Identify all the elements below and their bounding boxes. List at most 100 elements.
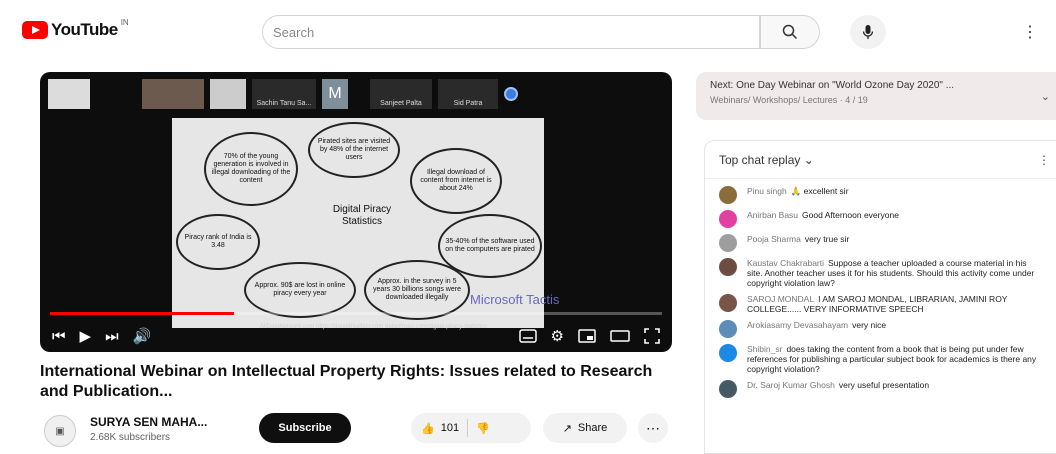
chat-text: Good Afternoon everyone (802, 210, 899, 220)
miniplayer-icon[interactable] (578, 329, 596, 343)
thumbs-up-icon: 👍 (421, 422, 435, 435)
channel-name[interactable]: SURYA SEN MAHA... (90, 415, 207, 429)
chat-message-body: Pinu singh 🙏 excellent sir (747, 186, 849, 204)
chat-message[interactable]: SAROJ MONDAL I AM SAROJ MONDAL, LIBRARIAN… (705, 291, 1056, 317)
participant-tile: Sachin Tanu Sa... (252, 79, 316, 109)
participant-tile (48, 79, 90, 109)
chat-avatar (719, 294, 737, 312)
previous-icon[interactable]: ⏮ (52, 328, 66, 345)
subscriber-count: 2.68K subscribers (90, 432, 171, 443)
chat-header: Top chat replay ⌄ ⋮ (705, 141, 1056, 179)
progress-fill (50, 312, 234, 315)
search-button[interactable] (760, 15, 820, 49)
chat-avatar (719, 210, 737, 228)
more-actions-button[interactable]: ⋯ (638, 413, 668, 443)
youtube-logo[interactable]: YouTube IN (22, 18, 129, 40)
player-controls: ⏮ ▶ ⏭ 🔊 ⚙ (40, 320, 672, 352)
chat-author: Dr. Saroj Kumar Ghosh (747, 380, 835, 390)
chat-message[interactable]: Pooja Sharma very true sir (705, 231, 1056, 255)
playlist-next-card[interactable]: Next: One Day Webinar on "World Ozone Da… (696, 72, 1056, 120)
search-icon (782, 24, 798, 40)
participant-tile: M (322, 79, 348, 109)
chat-message-body: SAROJ MONDAL I AM SAROJ MONDAL, LIBRARIAN… (747, 294, 1042, 314)
masthead: YouTube IN Search ⋮ (0, 0, 1056, 62)
chevron-down-icon: ⌄ (803, 152, 814, 167)
slide-bubble: Illegal download of content from interne… (410, 148, 502, 214)
participant-label: Sachin Tanu Sa... (256, 100, 312, 107)
chat-message[interactable]: Anirban Basu Good Afternoon everyone (705, 207, 1056, 231)
chat-message-body: Arokiasamy Devasahayam very nice (747, 320, 886, 338)
chat-message-body: Dr. Saroj Kumar Ghosh very useful present… (747, 380, 929, 398)
chat-author: Pooja Sharma (747, 234, 801, 244)
chat-message-body: Pooja Sharma very true sir (747, 234, 849, 252)
next-icon[interactable]: ⏭ (105, 328, 119, 345)
chat-avatar (719, 320, 737, 338)
dislike-button[interactable]: 👎 (476, 422, 490, 435)
youtube-play-icon (22, 21, 48, 39)
chat-filter-dropdown[interactable]: Top chat replay ⌄ (719, 153, 814, 167)
settings-gear-icon[interactable]: ⚙ (551, 327, 564, 345)
slide-bubble: Pirated sites are visited by 48% of the … (308, 122, 400, 178)
participant-tile (210, 79, 246, 109)
voice-search-button[interactable] (850, 15, 886, 49)
participant-tile: Sanjeet Palta (370, 79, 432, 109)
chat-author: Pinu singh (747, 186, 787, 196)
like-count: 101 (440, 422, 460, 434)
like-button[interactable]: 👍 101 (421, 422, 459, 435)
chat-author: Kaustav Chakrabarti (747, 258, 825, 268)
chat-message[interactable]: Pinu singh 🙏 excellent sir (705, 183, 1056, 207)
video-player[interactable]: Sachin Tanu Sa... M Sanjeet Palta Sid Pa… (40, 72, 672, 352)
participant-tile (142, 79, 204, 109)
channel-avatar[interactable]: ▣ (44, 415, 76, 447)
chat-kebab-icon[interactable]: ⋮ (1038, 153, 1050, 167)
chat-text: very nice (852, 320, 887, 330)
slide-bubble: 70% of the young generation is involved … (204, 132, 298, 206)
participant-initial: M (328, 85, 342, 102)
settings-kebab-icon[interactable]: ⋮ (1020, 20, 1040, 44)
subtitles-icon[interactable] (518, 329, 537, 343)
chat-author: SAROJ MONDAL (747, 294, 815, 304)
channel-row: ▣ SURYA SEN MAHA... 2.68K subscribers Su… (44, 413, 684, 447)
slide-bubble: Piracy rank of India is 3.48 (176, 214, 260, 270)
chat-message-body: Kaustav Chakrabarti Suppose a teacher upl… (747, 258, 1042, 288)
chat-author: Arokiasamy Devasahayam (747, 320, 849, 330)
volume-icon[interactable]: 🔊 (133, 327, 152, 345)
logo-wordmark: YouTube (51, 20, 118, 39)
share-arrow-icon: ↗ (562, 422, 572, 435)
watermark-text: Microsoft Tactis (470, 292, 560, 307)
chat-author: Shibin_sr (747, 344, 783, 354)
microphone-icon (862, 25, 874, 39)
like-dislike-group: 👍 101 👎 (411, 413, 531, 443)
chat-text: does taking the content from a book that… (747, 344, 1037, 374)
progress-bar[interactable] (50, 312, 662, 315)
theater-mode-icon[interactable] (610, 330, 630, 342)
subscribe-button[interactable]: Subscribe (259, 413, 351, 443)
chat-filter-label: Top chat replay (719, 152, 801, 167)
search-input[interactable]: Search (262, 15, 760, 49)
video-title: International Webinar on Intellectual Pr… (40, 363, 653, 400)
chat-avatar (719, 344, 737, 362)
meeting-participant-strip: Sachin Tanu Sa... M Sanjeet Palta Sid Pa… (48, 78, 664, 110)
next-video-title: Next: One Day Webinar on "World Ozone Da… (710, 80, 955, 91)
chat-message[interactable]: Dr. Saroj Kumar Ghosh very useful present… (705, 377, 1056, 401)
live-chat-replay: Top chat replay ⌄ ⋮ Pinu singh 🙏 excellen… (704, 140, 1056, 454)
chat-author: Anirban Basu (747, 210, 799, 220)
chevron-down-icon[interactable]: ⌄ (1041, 90, 1050, 103)
chat-message[interactable]: Shibin_sr does taking the content from a … (705, 341, 1056, 377)
chat-message[interactable]: Arokiasamy Devasahayam very nice (705, 317, 1056, 341)
chat-message-body: Shibin_sr does taking the content from a … (747, 344, 1042, 374)
thumbs-down-icon: 👎 (476, 422, 490, 435)
divider (467, 419, 469, 437)
logo-country-code: IN (120, 18, 129, 27)
participant-label: Sid Patra (453, 100, 483, 107)
chat-message-body: Anirban Basu Good Afternoon everyone (747, 210, 899, 228)
chat-avatar (719, 234, 737, 252)
share-button[interactable]: ↗ Share (543, 413, 627, 443)
play-icon[interactable]: ▶ (80, 327, 92, 345)
chat-text: very true sir (804, 234, 850, 244)
playlist-info: Webinars/ Workshops/ Lectures · 4 / 19 (710, 95, 868, 105)
chat-avatar (719, 380, 737, 398)
fullscreen-icon[interactable] (644, 328, 660, 344)
slide-bubble: Approx. 90$ are lost in online piracy ev… (244, 262, 356, 318)
chat-message[interactable]: Kaustav Chakrabarti Suppose a teacher upl… (705, 255, 1056, 291)
